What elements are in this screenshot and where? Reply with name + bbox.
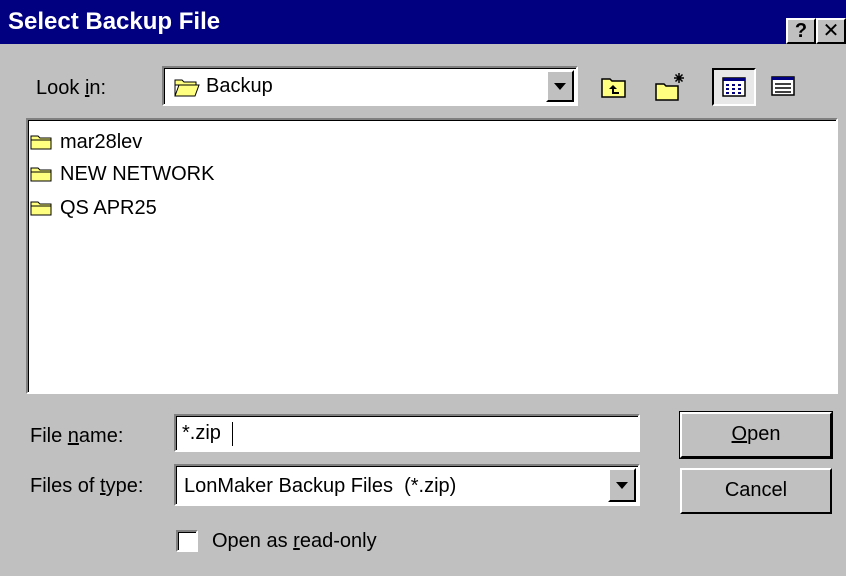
open-folder-icon xyxy=(174,79,200,97)
text-caret xyxy=(232,422,233,446)
help-icon: ? xyxy=(794,20,808,42)
help-button[interactable]: ? xyxy=(786,18,816,44)
filename-input[interactable]: *.zip xyxy=(174,414,640,452)
title-bar[interactable]: Select Backup File ? ✕ xyxy=(0,0,846,44)
cancel-button[interactable]: Cancel xyxy=(680,468,832,514)
open-button[interactable]: Open xyxy=(679,411,833,459)
filename-value: *.zip xyxy=(182,422,221,444)
select-backup-file-dialog: Select Backup File ? ✕ Look in: Backup m… xyxy=(0,0,846,576)
file-list[interactable]: mar28lev NEW NETWORK QS APR25 xyxy=(26,118,838,394)
chevron-down-icon xyxy=(554,83,566,90)
up-one-level-icon xyxy=(601,78,626,98)
create-new-folder-icon xyxy=(655,73,684,101)
lookin-dropdown[interactable]: Backup xyxy=(162,66,578,106)
filetype-dropdown[interactable]: LonMaker Backup Files (*.zip) xyxy=(174,464,640,506)
lookin-value: Backup xyxy=(206,75,273,97)
filename-label: File name: xyxy=(30,425,124,447)
dialog-title: Select Backup File xyxy=(8,8,221,35)
chevron-down-icon xyxy=(616,482,628,489)
list-item-label: mar28lev xyxy=(60,131,143,153)
lookin-label: Look in: xyxy=(36,77,107,99)
open-button-label: Open xyxy=(731,423,781,445)
details-view-button[interactable] xyxy=(760,68,804,104)
list-view-button[interactable] xyxy=(712,68,756,106)
list-item-label: QS APR25 xyxy=(60,197,157,219)
close-button[interactable]: ✕ xyxy=(816,18,846,44)
details-view-icon xyxy=(771,76,795,96)
list-view-icon xyxy=(722,77,746,97)
close-icon: ✕ xyxy=(822,20,840,42)
folder-icon xyxy=(30,201,52,216)
folder-icon xyxy=(30,167,52,182)
cancel-button-label: Cancel xyxy=(724,479,788,501)
filetype-value: LonMaker Backup Files (*.zip) xyxy=(184,475,457,497)
up-one-level-button[interactable] xyxy=(596,68,630,104)
filetype-dropdown-button[interactable] xyxy=(608,468,636,502)
lookin-dropdown-button[interactable] xyxy=(546,70,574,102)
folder-icon xyxy=(30,135,52,150)
filetype-label: Files of type: xyxy=(30,475,144,497)
readonly-label[interactable]: Open as read-only xyxy=(212,529,377,553)
readonly-checkbox[interactable] xyxy=(176,530,198,552)
list-item-label: NEW NETWORK xyxy=(60,163,215,185)
create-new-folder-button[interactable] xyxy=(648,68,688,104)
